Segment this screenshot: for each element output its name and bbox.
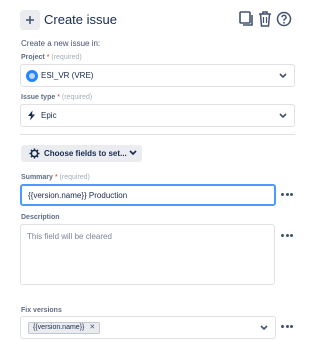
project-label: Project * (required) [21, 54, 82, 61]
description-label: Description [21, 214, 60, 221]
project-avatar-icon [26, 70, 38, 82]
issue-type-label-text: Issue type [21, 94, 56, 101]
description-placeholder: This field will be cleared [27, 232, 112, 241]
remove-chip-icon[interactable]: ✕ [89, 323, 95, 333]
summary-label-text: Summary [21, 174, 53, 181]
issue-type-select[interactable]: Epic [20, 104, 295, 127]
version-chip-label: {{version.name}} [33, 324, 85, 331]
section-divider [20, 134, 295, 135]
fix-versions-label: Fix versions [21, 307, 62, 314]
summary-more-options-icon[interactable] [281, 193, 293, 197]
summary-label: Summary * (required) [21, 174, 90, 181]
project-select[interactable]: ESI_VR (VRE) [20, 64, 295, 87]
issue-type-label: Issue type * (required) [21, 94, 92, 101]
fix-versions-label-text: Fix versions [21, 307, 62, 314]
plus-icon [20, 10, 40, 30]
required-text: (required) [51, 54, 82, 61]
chevron-down-icon [129, 150, 137, 156]
fix-versions-select[interactable]: {{version.name}} ✕ [20, 316, 276, 339]
trash-icon[interactable] [257, 10, 273, 28]
required-mark: * [54, 174, 58, 181]
description-textarea[interactable]: This field will be cleared [20, 224, 275, 285]
copy-icon[interactable] [238, 10, 254, 28]
summary-value: {{version.name}} Production [28, 191, 128, 200]
gear-icon [29, 148, 40, 159]
description-more-options-icon[interactable] [281, 234, 293, 238]
panel-header: Create issue [16, 6, 296, 34]
chevron-down-icon [260, 325, 268, 331]
summary-input[interactable]: {{version.name}} Production [20, 184, 276, 206]
chevron-down-icon [279, 113, 287, 119]
issue-type-value: Epic [41, 111, 57, 120]
required-text: (required) [61, 94, 93, 101]
chevron-down-icon [279, 73, 287, 79]
panel-title: Create issue [44, 12, 117, 27]
project-value: ESI_VR (VRE) [41, 71, 94, 80]
fix-versions-more-options-icon[interactable] [281, 325, 293, 329]
required-mark: * [46, 54, 50, 61]
epic-icon [28, 110, 35, 121]
description-label-text: Description [21, 214, 60, 221]
create-issue-panel: Create issue Create a new issue in: Proj… [0, 0, 302, 345]
required-mark: * [57, 94, 60, 101]
help-icon[interactable] [276, 10, 292, 28]
required-text: (required) [59, 174, 90, 181]
project-label-text: Project [21, 54, 45, 61]
create-in-subtitle: Create a new issue in: [21, 39, 101, 48]
choose-fields-label: Choose fields to set... [44, 149, 127, 158]
choose-fields-button[interactable]: Choose fields to set... [21, 145, 142, 162]
version-chip: {{version.name}} ✕ [28, 322, 101, 334]
